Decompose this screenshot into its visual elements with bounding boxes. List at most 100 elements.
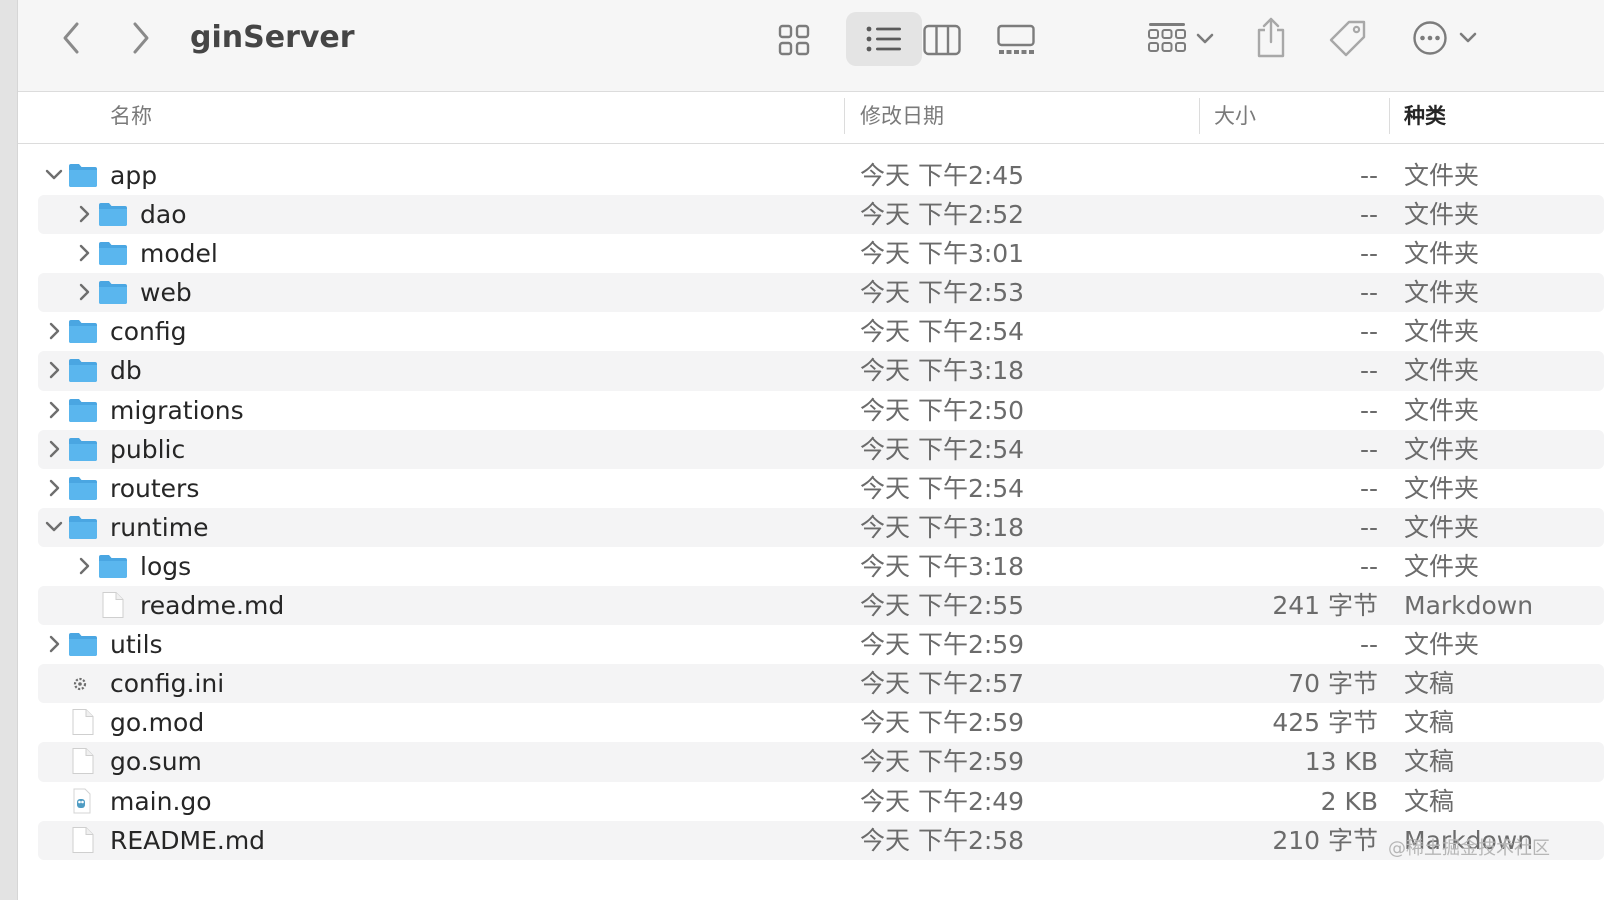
file-modified-date: 今天 下午2:54 [860, 434, 1025, 464]
file-size: -- [1359, 278, 1378, 308]
folder-icon [68, 397, 98, 423]
folder-icon [68, 436, 98, 462]
file-row[interactable]: db 今天 下午3:18 -- 文件夹 [38, 351, 1604, 391]
tags-button[interactable] [1328, 18, 1368, 58]
file-row[interactable]: utils 今天 下午2:59 -- 文件夹 [38, 625, 1604, 664]
file-size: 425 字节 [1272, 708, 1378, 738]
file-modified-date: 今天 下午2:50 [860, 395, 1025, 425]
more-options-button[interactable] [1410, 18, 1480, 58]
file-row[interactable]: config 今天 下午2:54 -- 文件夹 [38, 312, 1604, 351]
disclosure-expanded-icon[interactable] [44, 165, 64, 185]
folder-icon [68, 357, 98, 383]
folder-icon [98, 240, 128, 266]
file-row[interactable]: migrations 今天 下午2:50 -- 文件夹 [38, 391, 1604, 430]
folder-icon [98, 201, 128, 227]
disclosure-collapsed-icon[interactable] [74, 556, 94, 576]
column-divider[interactable] [844, 98, 845, 134]
file-row[interactable]: readme.md 今天 下午2:55 241 字节 Markdown [38, 586, 1604, 626]
folder-icon [68, 162, 98, 188]
file-name: runtime [110, 512, 209, 542]
file-row[interactable]: README.md 今天 下午2:58 210 字节 Markdown [38, 820, 1604, 860]
column-header-date[interactable]: 修改日期 [860, 92, 944, 144]
folder-icon [68, 514, 98, 540]
column-header-row: 名称 修改日期 大小 种类 [18, 92, 1604, 144]
file-name: readme.md [140, 591, 285, 621]
file-size: 2 KB [1320, 786, 1378, 816]
file-modified-date: 今天 下午2:52 [860, 200, 1025, 230]
go-file-icon [68, 788, 98, 814]
icon-view-button[interactable] [776, 22, 812, 58]
share-button[interactable] [1254, 14, 1288, 60]
file-row[interactable]: go.sum 今天 下午2:59 13 KB 文稿 [38, 742, 1604, 782]
disclosure-collapsed-icon[interactable] [44, 634, 64, 654]
file-row[interactable]: main.go 今天 下午2:49 2 KB 文稿 [38, 782, 1604, 821]
disclosure-collapsed-icon[interactable] [44, 321, 64, 341]
file-kind: Markdown [1404, 591, 1534, 621]
column-header-name[interactable]: 名称 [110, 92, 152, 144]
file-size: 70 字节 [1288, 669, 1378, 699]
disclosure-collapsed-icon[interactable] [74, 282, 94, 302]
file-row[interactable]: app 今天 下午2:45 -- 文件夹 [38, 156, 1604, 195]
file-row[interactable]: dao 今天 下午2:52 -- 文件夹 [38, 195, 1604, 235]
file-kind: 文件夹 [1404, 551, 1480, 581]
file-kind: 文稿 [1404, 708, 1455, 738]
file-name: go.mod [110, 708, 205, 738]
column-divider[interactable] [1389, 98, 1390, 134]
file-size: -- [1359, 200, 1378, 230]
group-by-button[interactable] [1144, 18, 1218, 60]
file-size: -- [1359, 551, 1378, 581]
file-name: dao [140, 200, 187, 230]
file-row[interactable]: model 今天 下午3:01 -- 文件夹 [38, 234, 1604, 273]
file-name: public [110, 434, 186, 464]
document-icon [68, 709, 98, 736]
file-row[interactable]: routers 今天 下午2:54 -- 文件夹 [38, 469, 1604, 508]
disclosure-collapsed-icon[interactable] [44, 360, 64, 380]
file-row[interactable]: config.ini 今天 下午2:57 70 字节 文稿 [38, 664, 1604, 704]
file-kind: 文稿 [1404, 669, 1455, 699]
file-row[interactable]: public 今天 下午2:54 -- 文件夹 [38, 429, 1604, 469]
file-kind: 文件夹 [1404, 278, 1480, 308]
disclosure-collapsed-icon[interactable] [44, 439, 64, 459]
file-modified-date: 今天 下午3:18 [860, 356, 1025, 386]
file-name: web [140, 278, 192, 308]
column-view-button[interactable] [922, 22, 962, 58]
file-row[interactable]: go.mod 今天 下午2:59 425 字节 文稿 [38, 703, 1604, 742]
forward-button[interactable] [124, 18, 158, 58]
column-header-kind[interactable]: 种类 [1404, 92, 1446, 144]
disclosure-expanded-icon[interactable] [44, 517, 64, 537]
file-kind: 文件夹 [1404, 239, 1480, 269]
disclosure-collapsed-icon[interactable] [44, 400, 64, 420]
window-title: ginServer [190, 20, 355, 55]
file-modified-date: 今天 下午2:54 [860, 473, 1025, 503]
file-row[interactable]: logs 今天 下午3:18 -- 文件夹 [38, 547, 1604, 586]
file-modified-date: 今天 下午2:45 [860, 161, 1025, 190]
disclosure-collapsed-icon[interactable] [44, 478, 64, 498]
file-kind: 文件夹 [1404, 395, 1480, 425]
gallery-view-button[interactable] [996, 22, 1036, 58]
file-modified-date: 今天 下午2:57 [860, 669, 1025, 699]
file-name: config.ini [110, 669, 225, 699]
chevron-left-icon [63, 22, 79, 54]
file-row[interactable]: runtime 今天 下午3:18 -- 文件夹 [38, 507, 1604, 547]
disclosure-collapsed-icon[interactable] [74, 243, 94, 263]
list-view-button[interactable] [846, 12, 922, 66]
file-kind: 文件夹 [1404, 434, 1480, 464]
file-modified-date: 今天 下午2:59 [860, 708, 1025, 738]
file-size: -- [1359, 356, 1378, 386]
file-row[interactable]: web 今天 下午2:53 -- 文件夹 [38, 273, 1604, 313]
folder-icon [68, 318, 98, 344]
group-by-icon [1148, 23, 1186, 52]
file-name: go.sum [110, 747, 202, 777]
file-modified-date: 今天 下午3:18 [860, 512, 1025, 542]
file-size: -- [1359, 434, 1378, 464]
file-modified-date: 今天 下午2:49 [860, 786, 1025, 816]
back-button[interactable] [54, 18, 88, 58]
chevron-right-icon [133, 22, 149, 54]
column-header-size[interactable]: 大小 [1214, 92, 1256, 144]
disclosure-collapsed-icon[interactable] [74, 204, 94, 224]
file-kind: 文件夹 [1404, 200, 1480, 230]
file-size: -- [1359, 630, 1378, 660]
chevron-down-icon [1196, 33, 1214, 44]
file-modified-date: 今天 下午2:53 [860, 278, 1025, 308]
column-divider[interactable] [1199, 98, 1200, 134]
